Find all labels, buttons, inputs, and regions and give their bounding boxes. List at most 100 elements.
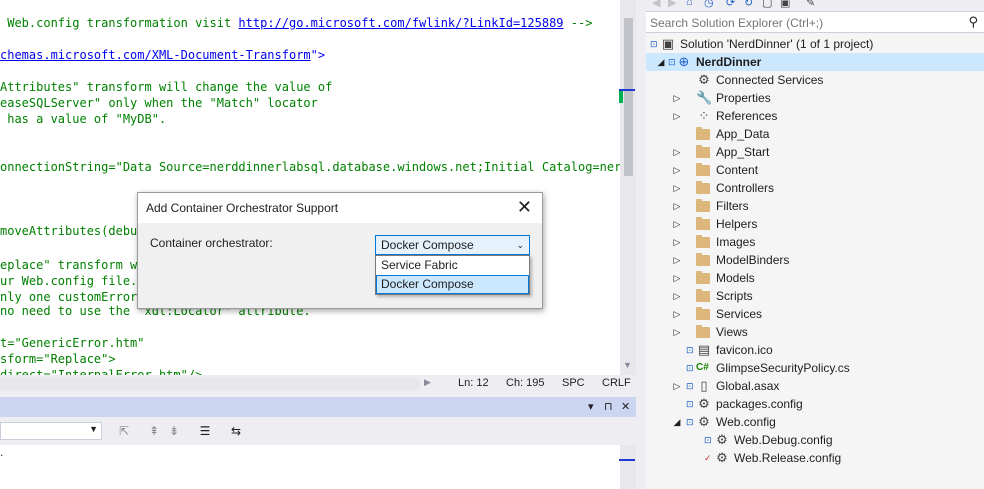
source-control-lock-icon: ⊡ — [686, 345, 694, 355]
tree-item[interactable]: ▷ Content — [646, 161, 984, 179]
collapsed-arrow-icon[interactable]: ▷ — [672, 305, 682, 323]
orchestrator-select[interactable]: Docker Compose ⌄ — [375, 235, 530, 255]
tree-item[interactable]: ✓ ⚙ Web.Release.config — [646, 449, 984, 467]
tree-item[interactable]: ⊡ ⚙ Web.Debug.config — [646, 431, 984, 449]
collapsed-arrow-icon[interactable]: ▷ — [672, 377, 682, 395]
search-icon[interactable]: ⚲ — [968, 14, 978, 30]
tree-item[interactable]: ◢ ⊡ ⚙ Web.config — [646, 413, 984, 431]
find-message-icon[interactable]: ⇱ — [116, 423, 132, 439]
close-icon[interactable]: ✕ — [517, 197, 532, 218]
tree-item[interactable]: ▷ Scripts — [646, 287, 984, 305]
back-icon[interactable]: ◀ — [652, 0, 660, 9]
tree-item[interactable]: ▷ 🔧 Properties — [646, 89, 984, 107]
collapsed-arrow-icon[interactable]: ▷ — [672, 179, 682, 197]
dialog-title: Add Container Orchestrator Support — [146, 201, 339, 215]
folder-icon — [696, 163, 710, 176]
tree-item[interactable]: ▷ Images — [646, 233, 984, 251]
tree-item[interactable]: ⊡ ⚙ packages.config — [646, 395, 984, 413]
close-icon[interactable]: ✕ — [621, 400, 630, 413]
previous-message-icon[interactable]: ⇞ — [146, 423, 162, 439]
collapsed-arrow-icon[interactable]: ▷ — [672, 233, 682, 251]
window-menu-icon[interactable]: ▾ — [588, 400, 594, 413]
tree-item[interactable]: ⊡ C# GlimpseSecurityPolicy.cs — [646, 359, 984, 377]
properties-icon[interactable]: ✎ — [806, 0, 815, 9]
show-files-icon[interactable]: ▣ — [780, 0, 790, 9]
option-service-fabric[interactable]: Service Fabric — [376, 256, 529, 275]
collapsed-arrow-icon[interactable]: ▷ — [672, 197, 682, 215]
collapsed-arrow-icon[interactable]: ▷ — [672, 89, 682, 107]
code-link[interactable]: http://go.microsoft.com/fwlink/?LinkId=1… — [238, 16, 563, 30]
sync-icon[interactable]: ⟳ — [726, 0, 735, 9]
expanded-arrow-icon[interactable]: ◢ — [656, 53, 666, 71]
scroll-down-arrow-icon[interactable]: ▼ — [623, 360, 632, 370]
pin-icon[interactable]: ⊓ — [604, 400, 613, 413]
tree-item[interactable]: ▷ Services — [646, 305, 984, 323]
code-line: easeSQLServer" only when the "Match" loc… — [0, 95, 318, 111]
output-pane[interactable]: . — [0, 445, 620, 489]
expanded-arrow-icon[interactable]: ◢ — [672, 413, 682, 431]
tree-item[interactable]: ▷ Views — [646, 323, 984, 341]
editor-horizontal-scrollbar[interactable] — [0, 378, 420, 390]
tree-item[interactable]: ▷ Filters — [646, 197, 984, 215]
tree-item-label: Images — [716, 235, 756, 249]
output-vertical-scrollbar[interactable] — [620, 445, 636, 489]
code-line: chemas.microsoft.com/XML-Document-Transf… — [0, 47, 325, 63]
search-input[interactable] — [650, 15, 950, 31]
collapse-icon[interactable]: ▢ — [762, 0, 772, 9]
next-message-icon[interactable]: ⇟ — [166, 423, 182, 439]
code-editor[interactable]: Web.config transformation visit http://g… — [0, 0, 620, 375]
refresh-icon[interactable]: ↻ — [744, 0, 753, 9]
collapsed-arrow-icon[interactable]: ▷ — [672, 323, 682, 341]
orchestrator-options-list: Service Fabric Docker Compose — [375, 255, 530, 295]
forward-icon[interactable]: ▶ — [668, 0, 676, 9]
tree-item[interactable]: ▷ ModelBinders — [646, 251, 984, 269]
editor-vertical-scrollbar[interactable]: ▼ — [620, 0, 636, 375]
clear-all-icon[interactable]: ☰ — [197, 423, 213, 439]
tree-item[interactable]: App_Data — [646, 125, 984, 143]
collapsed-arrow-icon[interactable]: ▷ — [672, 161, 682, 179]
folder-icon — [696, 217, 710, 230]
word-wrap-icon[interactable]: ⇆ — [228, 423, 244, 439]
collapsed-arrow-icon[interactable]: ▷ — [672, 143, 682, 161]
window-splitter[interactable] — [636, 0, 646, 489]
tree-item[interactable]: ▷ ⁘ References — [646, 107, 984, 125]
collapsed-arrow-icon[interactable]: ▷ — [672, 251, 682, 269]
tree-item[interactable]: ▷ Helpers — [646, 215, 984, 233]
tree-item-label: Solution 'NerdDinner' (1 of 1 project) — [680, 37, 874, 51]
code-link[interactable]: chemas.microsoft.com/XML-Document-Transf… — [0, 48, 311, 62]
tree-item[interactable]: ▷ App_Start — [646, 143, 984, 161]
output-source-dropdown[interactable]: ▼ — [0, 422, 102, 440]
editor-scroll-thumb[interactable] — [624, 18, 633, 176]
solution-icon: ▣ — [661, 36, 675, 51]
tree-item-label: NerdDinner — [696, 55, 762, 69]
history-icon[interactable]: ◷ — [704, 0, 714, 9]
tree-item-label: App_Start — [716, 145, 770, 159]
collapsed-arrow-icon[interactable]: ▷ — [672, 269, 682, 287]
folder-icon — [696, 325, 710, 338]
code-token: has a value of "MyDB". — [0, 112, 167, 126]
code-line: onnectionString="Data Source=nerddinnerl… — [0, 159, 620, 175]
scroll-right-arrow-icon[interactable]: ▶ — [424, 377, 431, 388]
tree-item[interactable]: ⚙ Connected Services — [646, 71, 984, 89]
tree-item[interactable]: ▷ ⊡ ▯ Global.asax — [646, 377, 984, 395]
tree-item[interactable]: ▷ Controllers — [646, 179, 984, 197]
option-docker-compose[interactable]: Docker Compose — [376, 275, 529, 294]
tree-item-label: Web.config — [716, 415, 776, 429]
tree-item[interactable]: ◢ ⊡ ⊕ NerdDinner — [646, 53, 984, 71]
web-project-icon: ⊕ — [678, 54, 690, 69]
code-token: direct="InternalError.htm"/> — [0, 368, 203, 375]
tree-item-label: ModelBinders — [716, 253, 790, 267]
dialog-titlebar[interactable]: Add Container Orchestrator Support ✕ — [138, 193, 542, 223]
tree-item[interactable]: ⊡ ▤ favicon.ico — [646, 341, 984, 359]
collapsed-arrow-icon[interactable]: ▷ — [672, 107, 682, 125]
solution-explorer-search[interactable]: ⚲ — [646, 11, 984, 33]
code-token: onnectionString="Data Source=nerddinnerl… — [0, 160, 620, 174]
whitespace-mode: SPC — [562, 377, 585, 389]
collapsed-arrow-icon[interactable]: ▷ — [672, 215, 682, 233]
chevron-down-icon: ⌄ — [516, 240, 524, 250]
collapsed-arrow-icon[interactable]: ▷ — [672, 287, 682, 305]
tree-item[interactable]: ⊡ ▣ Solution 'NerdDinner' (1 of 1 project) — [646, 35, 984, 53]
home-icon[interactable]: ⌂ — [686, 0, 693, 8]
code-token: --> — [563, 16, 593, 30]
tree-item[interactable]: ▷ Models — [646, 269, 984, 287]
